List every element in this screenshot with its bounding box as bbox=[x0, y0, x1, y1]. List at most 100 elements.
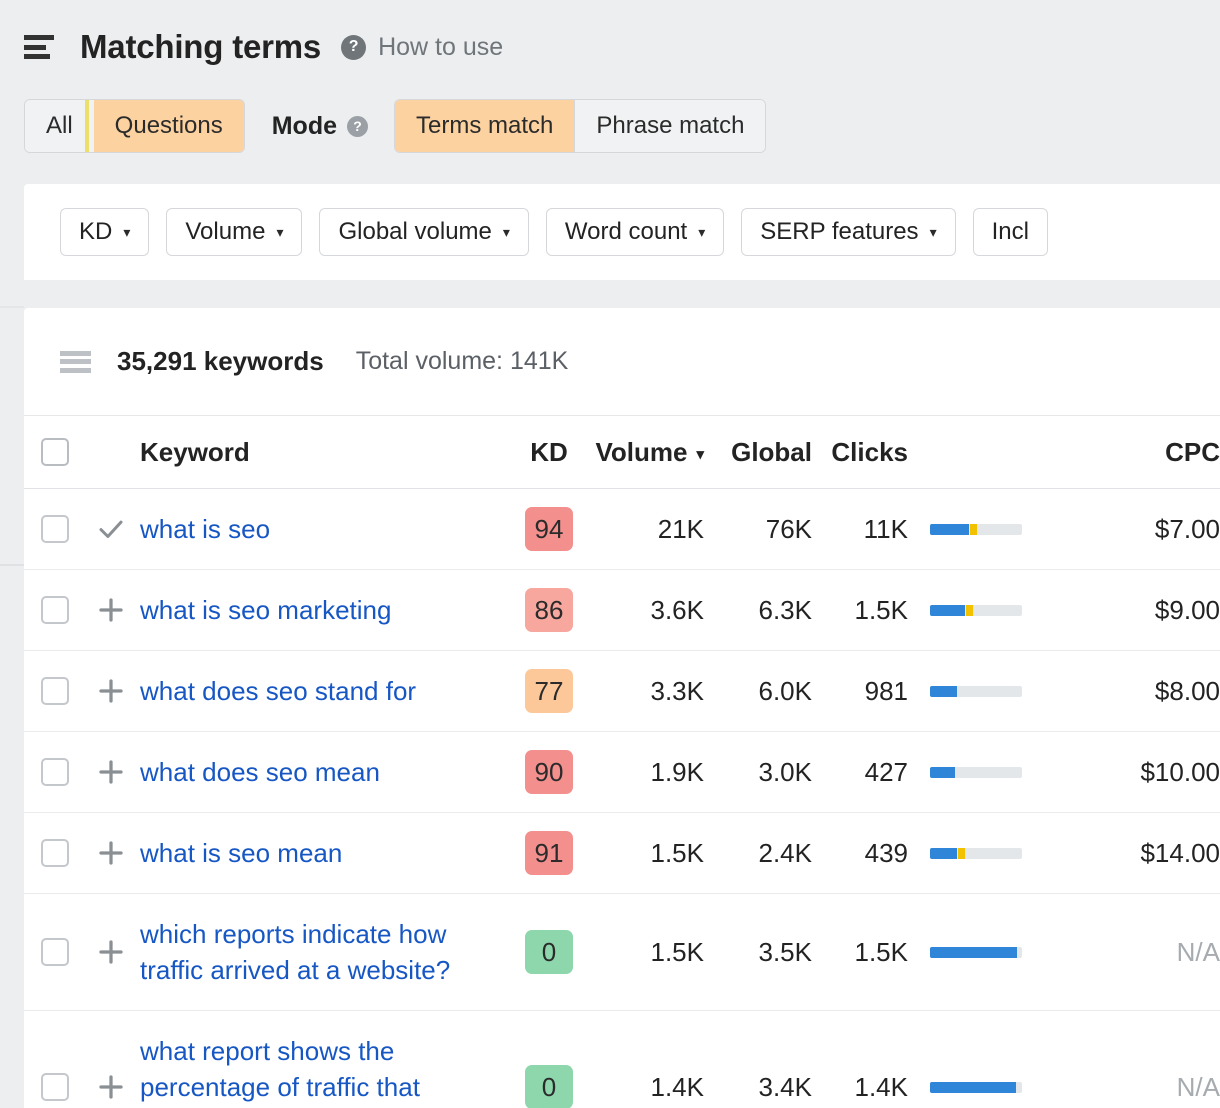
cps-bar-cell bbox=[908, 813, 1038, 894]
row-action-cell bbox=[86, 813, 136, 894]
filter-chip-incl[interactable]: Incl bbox=[973, 208, 1048, 256]
column-header-cpc[interactable]: CPC bbox=[1038, 416, 1220, 489]
cpc-cell: N/A bbox=[1038, 894, 1220, 1011]
cpc-cell: N/A bbox=[1038, 1011, 1220, 1108]
cps-bar-wrapper bbox=[908, 686, 1038, 697]
filter-chip-volume[interactable]: Volume▾ bbox=[166, 208, 302, 256]
select-all-cell bbox=[24, 416, 86, 489]
row-checkbox[interactable] bbox=[41, 839, 69, 867]
gutter-divider-top bbox=[0, 306, 24, 308]
volume-cell: 1.4K bbox=[588, 1011, 704, 1108]
help-question-icon[interactable]: ? bbox=[341, 35, 366, 60]
mode-label-group: Mode ? bbox=[272, 112, 368, 141]
select-all-checkbox[interactable] bbox=[41, 438, 69, 466]
row-checkbox[interactable] bbox=[41, 596, 69, 624]
plus-icon[interactable] bbox=[86, 1072, 136, 1102]
row-action-cell bbox=[86, 570, 136, 651]
table-row[interactable]: what is seo9421K76K11K$7.00 bbox=[24, 489, 1220, 570]
keywords-table: Keyword KD Volume▾ Global Clicks CPC wha… bbox=[24, 416, 1220, 1108]
spacer-header bbox=[86, 416, 136, 489]
results-card: 35,291 keywords Total volume: 141K Keywo… bbox=[24, 308, 1220, 1108]
filter-chip-kd[interactable]: KD ▾ bbox=[60, 208, 149, 256]
cpc-cell: $7.00 bbox=[1038, 489, 1220, 570]
filter-chip-word-count[interactable]: Word count▾ bbox=[546, 208, 724, 256]
filter-chip-global-volume[interactable]: Global volume▾ bbox=[319, 208, 528, 256]
plus-icon[interactable] bbox=[86, 838, 136, 868]
row-checkbox[interactable] bbox=[41, 1073, 69, 1101]
hamburger-menu-icon[interactable] bbox=[24, 35, 54, 59]
filter-chip-label: KD bbox=[79, 218, 112, 246]
cps-bar-fill bbox=[930, 605, 965, 616]
keyword-link[interactable]: what is seo mean bbox=[136, 813, 510, 893]
keyword-link[interactable]: which reports indicate how traffic arriv… bbox=[136, 894, 510, 1010]
volume-cell: 3.3K bbox=[588, 651, 704, 732]
filter-chip-serp-features[interactable]: SERP features ▾ bbox=[741, 208, 955, 256]
plus-icon[interactable] bbox=[86, 595, 136, 625]
global-volume-cell: 2.4K bbox=[704, 813, 812, 894]
plus-icon[interactable] bbox=[86, 937, 136, 967]
column-header-keyword[interactable]: Keyword bbox=[136, 416, 510, 489]
cps-bar-wrapper bbox=[908, 767, 1038, 778]
chevron-down-icon: ▾ bbox=[930, 225, 937, 239]
row-checkbox[interactable] bbox=[41, 515, 69, 543]
sort-descending-caret-icon: ▾ bbox=[696, 445, 704, 463]
cps-bar-wrapper bbox=[908, 524, 1038, 535]
how-to-use-link[interactable]: How to use bbox=[378, 33, 503, 62]
kd-cell: 77 bbox=[510, 651, 588, 732]
row-select-cell bbox=[24, 651, 86, 732]
table-row[interactable]: what is seo mean911.5K2.4K439$14.00 bbox=[24, 813, 1220, 894]
tab-phrase-match[interactable]: Phrase match bbox=[574, 100, 765, 152]
list-view-icon[interactable] bbox=[60, 351, 91, 373]
filter-chip-label: SERP features bbox=[760, 218, 918, 246]
chevron-down-icon: ▾ bbox=[276, 225, 283, 239]
cps-bar-track bbox=[930, 947, 1022, 958]
clicks-cell: 11K bbox=[812, 489, 908, 570]
volume-cell: 1.9K bbox=[588, 732, 704, 813]
clicks-cell: 981 bbox=[812, 651, 908, 732]
keyword-link[interactable]: what is seo bbox=[136, 489, 510, 569]
column-header-kd[interactable]: KD bbox=[510, 416, 588, 489]
mode-label: Mode bbox=[272, 112, 337, 141]
cps-bar-fill bbox=[930, 686, 957, 697]
cpc-cell: $14.00 bbox=[1038, 813, 1220, 894]
table-row[interactable]: what does seo mean901.9K3.0K427$10.00 bbox=[24, 732, 1220, 813]
keyword-link[interactable]: what does seo mean bbox=[136, 732, 510, 812]
mode-help-question-icon[interactable]: ? bbox=[347, 116, 368, 137]
tab-all[interactable]: All bbox=[25, 100, 94, 152]
global-volume-cell: 76K bbox=[704, 489, 812, 570]
keyword-link[interactable]: what report shows the percentage of traf… bbox=[136, 1011, 510, 1108]
scope-tab-group: All Questions bbox=[24, 99, 245, 153]
chevron-down-icon: ▾ bbox=[123, 225, 130, 239]
cps-bar-track bbox=[930, 1082, 1022, 1093]
table-row[interactable]: which reports indicate how traffic arriv… bbox=[24, 894, 1220, 1011]
cps-bar-cell bbox=[908, 1011, 1038, 1108]
tab-terms-match[interactable]: Terms match bbox=[395, 100, 574, 152]
row-checkbox[interactable] bbox=[41, 758, 69, 786]
plus-icon[interactable] bbox=[86, 676, 136, 706]
row-select-cell bbox=[24, 1011, 86, 1108]
row-select-cell bbox=[24, 813, 86, 894]
column-header-volume[interactable]: Volume▾ bbox=[588, 416, 704, 489]
table-row[interactable]: what is seo marketing863.6K6.3K1.5K$9.00 bbox=[24, 570, 1220, 651]
column-header-global[interactable]: Global bbox=[704, 416, 812, 489]
chevron-down-icon: ▾ bbox=[698, 225, 705, 239]
plus-icon[interactable] bbox=[86, 757, 136, 787]
tab-questions[interactable]: Questions bbox=[94, 100, 244, 152]
row-select-cell bbox=[24, 489, 86, 570]
column-header-cps-bar bbox=[908, 416, 1038, 489]
chevron-down-icon: ▾ bbox=[503, 225, 510, 239]
check-icon[interactable] bbox=[86, 514, 136, 544]
total-volume: Total volume: 141K bbox=[356, 347, 569, 376]
clicks-cell: 1.5K bbox=[812, 570, 908, 651]
keyword-link[interactable]: what does seo stand for bbox=[136, 651, 510, 731]
column-header-clicks[interactable]: Clicks bbox=[812, 416, 908, 489]
kd-badge: 91 bbox=[525, 831, 573, 875]
row-checkbox[interactable] bbox=[41, 938, 69, 966]
table-row[interactable]: what does seo stand for773.3K6.0K981$8.0… bbox=[24, 651, 1220, 732]
kd-cell: 86 bbox=[510, 570, 588, 651]
keyword-link[interactable]: what is seo marketing bbox=[136, 570, 510, 650]
table-row[interactable]: what report shows the percentage of traf… bbox=[24, 1011, 1220, 1108]
kd-cell: 94 bbox=[510, 489, 588, 570]
row-checkbox[interactable] bbox=[41, 677, 69, 705]
volume-cell: 3.6K bbox=[588, 570, 704, 651]
